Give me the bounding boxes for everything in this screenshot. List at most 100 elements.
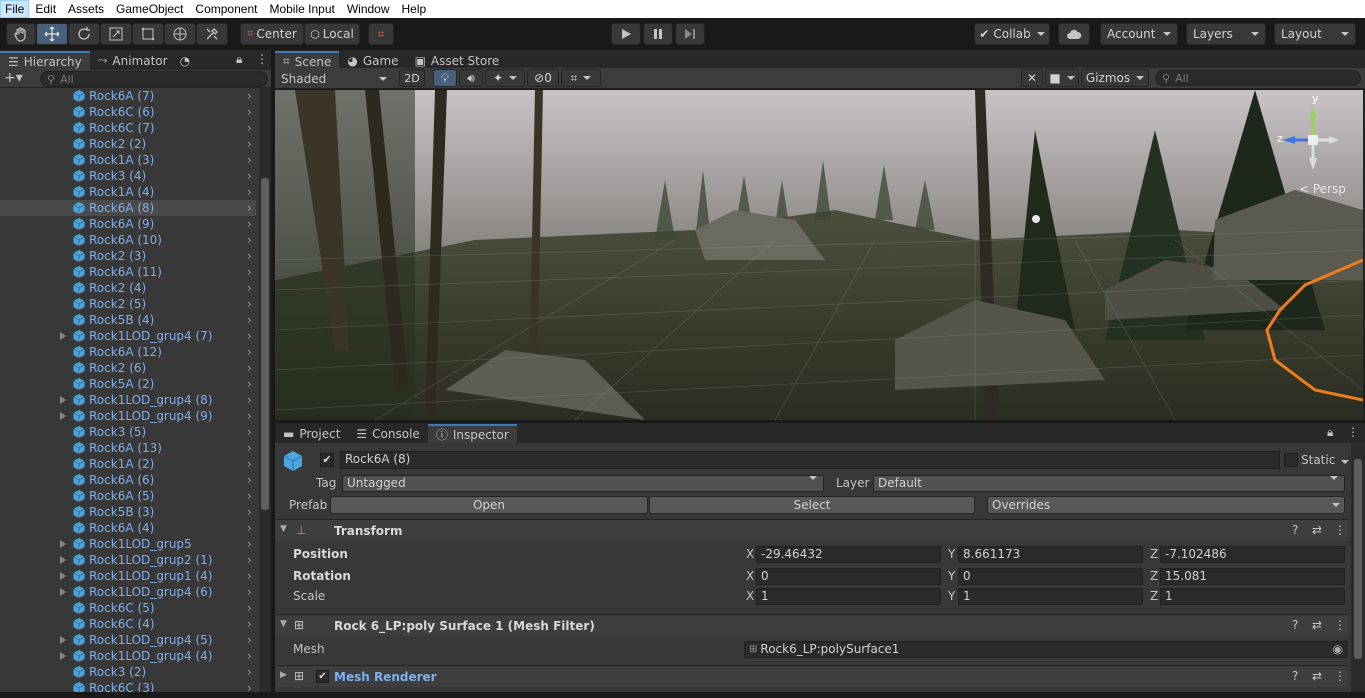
hierarchy-item[interactable]: Rock6A (5) ›: [0, 488, 256, 504]
projection-toggle[interactable]: < Persp: [1299, 182, 1346, 196]
scale-tool-button[interactable]: [100, 23, 132, 45]
open-prefab-chevron-icon[interactable]: ›: [247, 425, 252, 439]
hierarchy-item[interactable]: Rock6C (4) ›: [0, 616, 256, 632]
menu-item-assets[interactable]: Assets: [62, 0, 110, 18]
menu-item-edit[interactable]: Edit: [29, 0, 62, 18]
scale-y-field[interactable]: 1: [958, 588, 1143, 605]
hierarchy-item[interactable]: Rock6C (7) ›: [0, 120, 256, 136]
scale-z-field[interactable]: 1: [1160, 588, 1345, 605]
lighting-toggle[interactable]: 💡︎: [433, 69, 457, 87]
hierarchy-item[interactable]: Rock2 (6) ›: [0, 360, 256, 376]
hierarchy-item[interactable]: Rock6C (3) ›: [0, 680, 256, 692]
open-prefab-chevron-icon[interactable]: ›: [247, 569, 252, 583]
scale-x-field[interactable]: 1: [756, 588, 941, 605]
rect-tool-button[interactable]: [132, 23, 164, 45]
hierarchy-item[interactable]: Rock6A (11) ›: [0, 264, 256, 280]
open-prefab-chevron-icon[interactable]: ›: [247, 89, 252, 103]
open-prefab-chevron-icon[interactable]: ›: [247, 233, 252, 247]
hierarchy-scrollbar[interactable]: [259, 88, 271, 692]
hand-tool-button[interactable]: [6, 23, 36, 45]
expand-arrow-icon[interactable]: [60, 588, 66, 596]
shading-mode-dropdown[interactable]: Shaded: [277, 70, 391, 87]
expand-arrow-icon[interactable]: [60, 540, 66, 548]
collab-dropdown[interactable]: ✔ Collab: [974, 23, 1050, 45]
pivot-center-toggle[interactable]: ⌗ Center: [240, 23, 304, 45]
open-prefab-chevron-icon[interactable]: ›: [247, 553, 252, 567]
open-prefab-chevron-icon[interactable]: ›: [247, 633, 252, 647]
open-prefab-chevron-icon[interactable]: ›: [247, 505, 252, 519]
hierarchy-item[interactable]: Rock1A (3) ›: [0, 152, 256, 168]
expand-arrow-icon[interactable]: [60, 332, 66, 340]
help-icon[interactable]: ?: [1292, 523, 1298, 537]
prefab-overrides-dropdown[interactable]: Overrides: [987, 496, 1345, 514]
open-prefab-chevron-icon[interactable]: ›: [247, 169, 252, 183]
mesh-renderer-header[interactable]: ▶ ⊞ ✔ Mesh Renderer ? ⇄ ⋮: [276, 665, 1348, 687]
cloud-button[interactable]: [1058, 23, 1090, 45]
hierarchy-item[interactable]: Rock6A (7) ›: [0, 88, 256, 104]
component-menu-icon[interactable]: ⋮: [1334, 669, 1346, 683]
toggle-2d-button[interactable]: 2D: [399, 69, 425, 87]
kebab-menu-icon[interactable]: ⋮: [1347, 425, 1359, 439]
open-prefab-chevron-icon[interactable]: ›: [247, 297, 252, 311]
rotation-x-axis-label[interactable]: X: [746, 569, 754, 583]
open-prefab-chevron-icon[interactable]: ›: [247, 649, 252, 663]
hierarchy-item[interactable]: Rock2 (4) ›: [0, 280, 256, 296]
hierarchy-scroll-thumb[interactable]: [261, 178, 269, 510]
position-y-field[interactable]: 8.661173: [958, 546, 1143, 563]
scene-search-input[interactable]: ⚲ All: [1155, 70, 1361, 86]
position-y-axis-label[interactable]: Y: [948, 547, 955, 561]
hierarchy-item[interactable]: Rock6A (13) ›: [0, 440, 256, 456]
open-prefab-chevron-icon[interactable]: ›: [247, 665, 252, 679]
open-prefab-chevron-icon[interactable]: ›: [247, 409, 252, 423]
view-orientation-gizmo[interactable]: y z < Persp: [1265, 92, 1361, 196]
open-prefab-chevron-icon[interactable]: ›: [247, 473, 252, 487]
mesh-object-field[interactable]: ⊞ Rock6_LP:polySurface1 ◉: [744, 641, 1348, 658]
camera-dropdown[interactable]: ■: [1045, 69, 1079, 87]
transform-header[interactable]: ▼ ⊥ Transform ? ⇄ ⋮: [276, 519, 1348, 541]
layers-dropdown[interactable]: Layers: [1186, 23, 1266, 45]
open-prefab-chevron-icon[interactable]: ›: [247, 441, 252, 455]
tab-hierarchy[interactable]: ☰ Hierarchy: [0, 51, 90, 70]
pivot-space-toggle[interactable]: ⬡ Local: [304, 23, 360, 45]
play-button[interactable]: [611, 23, 641, 45]
tab-animator[interactable]: ⤳ Animator: [90, 51, 176, 70]
open-prefab-chevron-icon[interactable]: ›: [247, 137, 252, 151]
hierarchy-item[interactable]: Rock6A (9) ›: [0, 216, 256, 232]
component-menu-icon[interactable]: ⋮: [1334, 523, 1346, 537]
open-prefab-chevron-icon[interactable]: ›: [247, 105, 252, 119]
prefab-select-button[interactable]: Select: [649, 496, 975, 514]
presets-icon[interactable]: ⇄: [1312, 523, 1322, 537]
lock-icon[interactable]: 🔒︎: [236, 52, 242, 67]
tag-dropdown[interactable]: Untagged: [342, 475, 824, 492]
expand-arrow-icon[interactable]: [60, 556, 66, 564]
hierarchy-item[interactable]: Rock1A (2) ›: [0, 456, 256, 472]
hierarchy-item[interactable]: Rock1LOD_grup2 (1) ›: [0, 552, 256, 568]
hierarchy-item[interactable]: Rock1A (4) ›: [0, 184, 256, 200]
hierarchy-item[interactable]: Rock6C (6) ›: [0, 104, 256, 120]
menu-item-window[interactable]: Window: [341, 0, 396, 18]
open-prefab-chevron-icon[interactable]: ›: [247, 457, 252, 471]
static-checkbox[interactable]: [1284, 453, 1298, 467]
hierarchy-item[interactable]: Rock3 (2) ›: [0, 664, 256, 680]
open-prefab-chevron-icon[interactable]: ›: [247, 393, 252, 407]
prefab-open-button[interactable]: Open: [330, 496, 648, 514]
account-dropdown[interactable]: Account: [1100, 23, 1178, 45]
help-icon[interactable]: ?: [1292, 669, 1298, 683]
open-prefab-chevron-icon[interactable]: ›: [247, 281, 252, 295]
hierarchy-item[interactable]: Rock2 (2) ›: [0, 136, 256, 152]
hierarchy-item[interactable]: Rock6A (6) ›: [0, 472, 256, 488]
hierarchy-item[interactable]: Rock6A (10) ›: [0, 232, 256, 248]
position-x-field[interactable]: -29.46432: [756, 546, 941, 563]
step-button[interactable]: [675, 23, 705, 45]
effects-dropdown[interactable]: ✦: [485, 69, 525, 87]
menu-item-file[interactable]: File: [0, 0, 30, 18]
help-icon[interactable]: ?: [1292, 618, 1298, 632]
open-prefab-chevron-icon[interactable]: ›: [247, 377, 252, 391]
open-prefab-chevron-icon[interactable]: ›: [247, 217, 252, 231]
scale-z-axis-label[interactable]: Z: [1150, 589, 1158, 603]
object-picker-icon[interactable]: ◉: [1333, 642, 1343, 657]
rotation-y-axis-label[interactable]: Y: [948, 569, 955, 583]
hierarchy-item[interactable]: Rock3 (5) ›: [0, 424, 256, 440]
layout-dropdown[interactable]: Layout: [1274, 23, 1356, 45]
open-prefab-chevron-icon[interactable]: ›: [247, 617, 252, 631]
